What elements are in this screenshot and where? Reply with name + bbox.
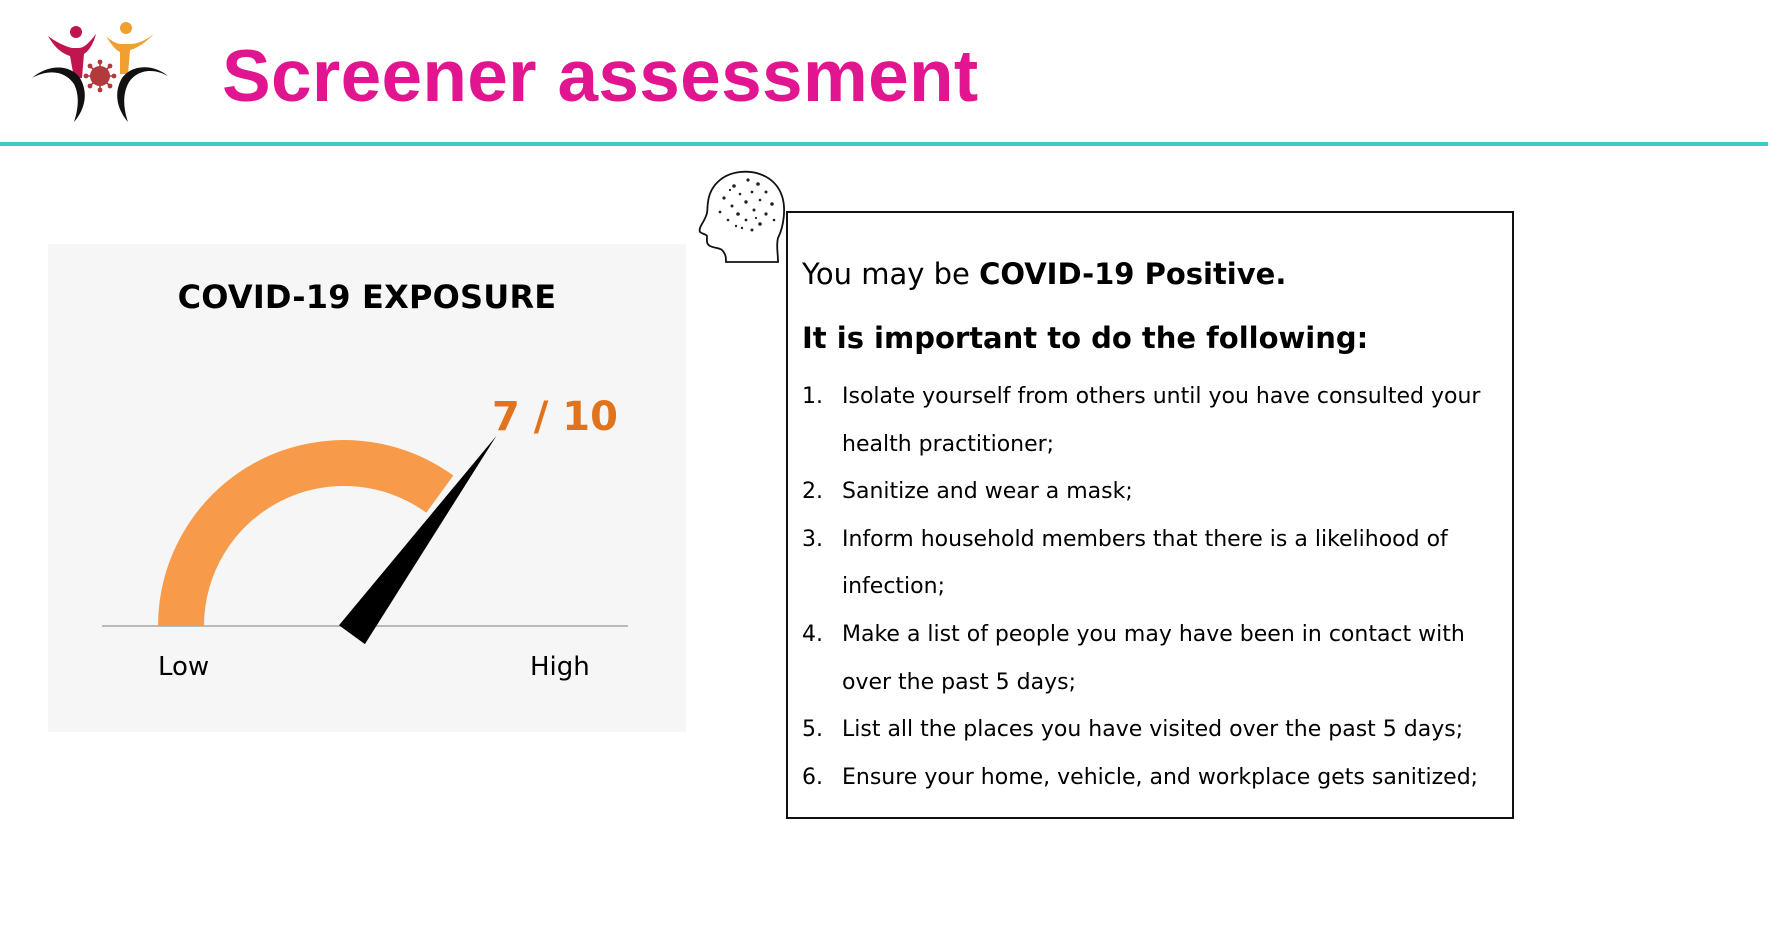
advice-item: 2. Sanitize and wear a mask; [802,468,1502,516]
people-virus-logo-icon [30,16,170,126]
result-lead-text: You may be [802,257,980,291]
result-highlight: COVID-19 Positive. [979,257,1287,291]
advice-heading: It is important to do the following: [802,321,1369,355]
gauge-low-label: Low [158,652,210,682]
exposure-gauge [102,435,628,645]
advice-item-text: Inform household members that there is a… [842,526,1448,600]
page-title: Screener assessment [222,36,979,117]
advice-item-number: 3. [802,526,823,552]
advice-item-text: Make a list of people you may have been … [842,621,1465,695]
title-divider [0,142,1768,146]
advice-item: 1. Isolate yourself from others until you… [802,373,1502,468]
advice-item-number: 6. [802,764,823,790]
result-statement: You may be COVID-19 Positive. [802,257,1286,291]
advice-item: 4. Make a list of people you may have bee… [802,611,1502,706]
advice-item-number: 1. [802,384,823,409]
advice-item-number: 2. [802,479,823,505]
advice-item: 3. Inform household members that there is… [802,516,1502,611]
advice-box: You may be COVID-19 Positive. It is impo… [786,211,1514,819]
gauge-score: 7 / 10 [492,394,618,440]
advice-item: 5. List all the places you have visited o… [802,706,1502,754]
gauge-high-label: High [530,652,590,682]
head-brain-icon [696,168,786,270]
exposure-gauge-panel: COVID-19 EXPOSURE 7 / 10 Low High [48,244,686,732]
gauge-arc [158,439,454,626]
advice-item-text: Ensure your home, vehicle, and workplace… [842,764,1479,790]
advice-list: 1. Isolate yourself from others until you… [802,373,1502,801]
advice-item-number: 4. [802,621,823,647]
advice-item-number: 5. [802,717,823,743]
advice-item: 6. Ensure your home, vehicle, and workpla… [802,754,1502,802]
advice-item-text: Sanitize and wear a mask; [842,479,1133,505]
advice-item-text: Isolate yourself from others until you h… [842,384,1481,457]
advice-item-text: List all the places you have visited ove… [842,717,1464,743]
